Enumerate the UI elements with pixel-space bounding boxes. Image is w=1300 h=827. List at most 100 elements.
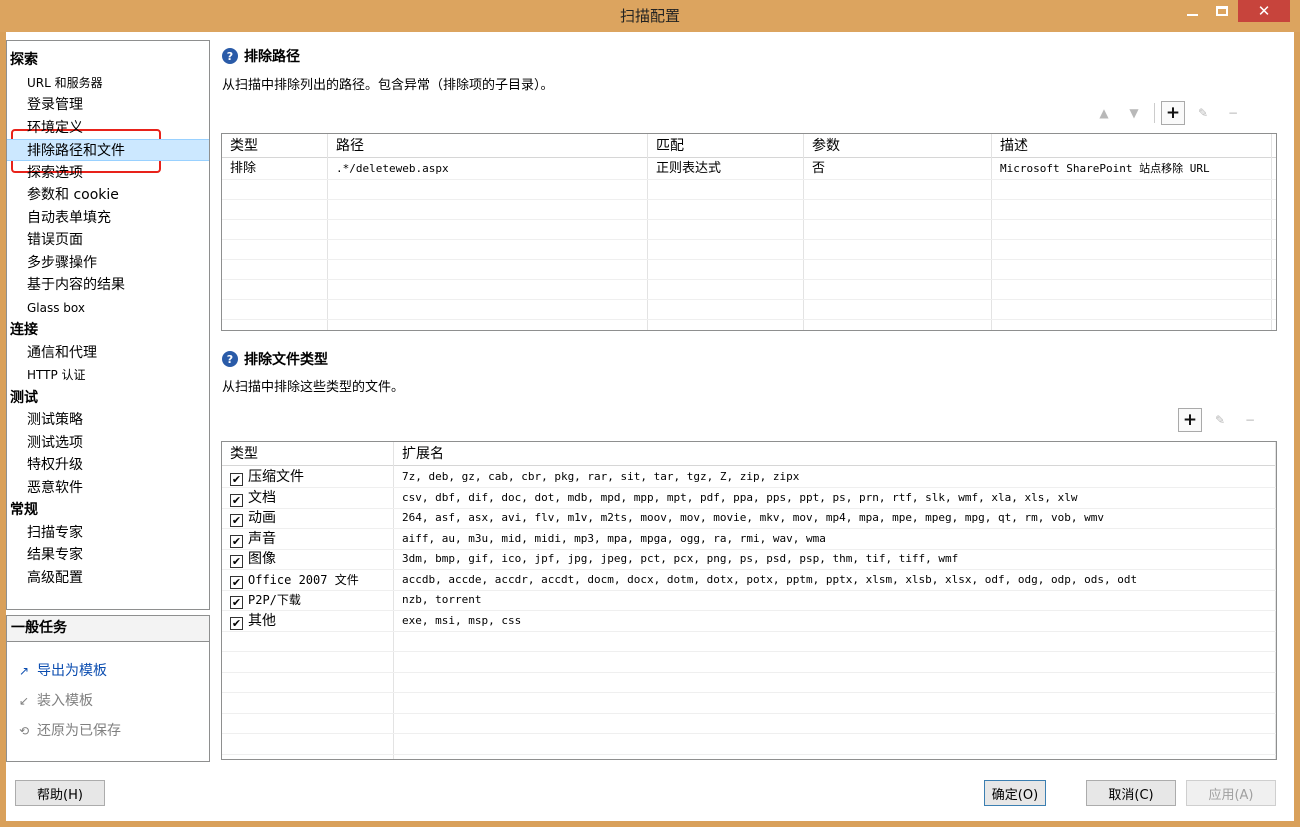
- nav-tree: 探索 URL 和服务器 登录管理 环境定义 排除路径和文件 探索选项 参数和 cookie 自…: [6, 40, 210, 610]
- filetype-label: 压缩文件: [248, 469, 304, 485]
- toolbar-separator: [1154, 103, 1155, 123]
- table-row[interactable]: 排除 .*/deleteweb.aspx 正则表达式 否 Microsoft Share…: [222, 159, 1276, 180]
- cell-path: .*/deleteweb.aspx: [336, 162, 449, 175]
- task-item[interactable]: ⟲ 还原为已保存: [16, 720, 121, 742]
- nav-item[interactable]: 环境定义: [7, 117, 209, 139]
- filetype-checkbox[interactable]: ✔: [230, 596, 243, 609]
- add-path-button[interactable]: +: [1161, 101, 1185, 125]
- nav-item[interactable]: 扫描专家: [7, 522, 209, 544]
- nav-item[interactable]: 结果专家: [7, 544, 209, 566]
- nav-item[interactable]: 排除路径和文件: [7, 139, 209, 161]
- column-header[interactable]: 路径: [328, 134, 648, 158]
- nav-item[interactable]: 基于内容的结果: [7, 274, 209, 296]
- column-header[interactable]: 类型: [222, 134, 328, 158]
- nav-item[interactable]: URL 和服务器: [7, 72, 209, 94]
- exclude-filetypes-title-text: 排除文件类型: [244, 352, 328, 368]
- table-row[interactable]: ✔ 压缩文件 7z, deb, gz, cab, cbr, pkg, rar, si…: [222, 467, 1276, 488]
- close-button[interactable]: ✕: [1238, 0, 1290, 22]
- filetype-label: 其他: [248, 612, 276, 629]
- ok-button[interactable]: 确定(O): [984, 780, 1046, 806]
- nav-item[interactable]: 探索选项: [7, 162, 209, 184]
- nav-item[interactable]: 恶意软件: [7, 477, 209, 499]
- cancel-button[interactable]: 取消(C): [1086, 780, 1176, 806]
- filetype-checkbox[interactable]: ✔: [230, 534, 243, 548]
- nav-item[interactable]: 参数和 cookie: [7, 184, 209, 206]
- nav-item[interactable]: 登录管理: [7, 94, 209, 116]
- minimize-icon: [1186, 14, 1198, 16]
- exclude-paths-toolbar: ▲ ▼ + ✎ −: [1086, 101, 1245, 125]
- move-down-button[interactable]: ▼: [1122, 101, 1146, 125]
- table-row[interactable]: ✔ 其他 exe, msi, msp, css: [222, 611, 1276, 632]
- nav-item[interactable]: HTTP 认证: [7, 364, 209, 386]
- nav-item[interactable]: 测试选项: [7, 432, 209, 454]
- remove-filetype-button[interactable]: −: [1238, 408, 1262, 432]
- move-up-button[interactable]: ▲: [1092, 101, 1116, 125]
- exclude-filetypes-description: 从扫描中排除这些类型的文件。: [222, 380, 405, 395]
- task-item[interactable]: ↗ 导出为模板: [16, 660, 107, 682]
- column-header[interactable]: 扩展名: [394, 442, 1276, 466]
- table-row[interactable]: ✔ P2P/下载 nzb, torrent: [222, 590, 1276, 611]
- cell-type: ✔ 声音: [224, 529, 394, 549]
- cell-extensions: 264, asf, asx, avi, flv, m1v, m2ts, moov…: [402, 511, 1104, 524]
- nav-item[interactable]: 特权升级: [7, 454, 209, 476]
- table-row[interactable]: ✔ 文档 csv, dbf, dif, doc, dot, mdb, mpd, mp…: [222, 488, 1276, 509]
- exclude-paths-table: 类型 路径 匹配 参数 描述 排除 .*/deleteweb.aspx 正则表达式 否 Micro…: [221, 133, 1277, 331]
- help-button[interactable]: 帮助(H): [15, 780, 105, 806]
- exclude-filetypes-title: ? 排除文件类型: [222, 349, 328, 369]
- exclude-filetypes-toolbar: + ✎ −: [1172, 408, 1262, 432]
- filetype-label: 动画: [248, 510, 276, 526]
- filetype-checkbox[interactable]: ✔: [230, 616, 243, 630]
- nav-item[interactable]: 通信和代理: [7, 342, 209, 364]
- edit-filetype-button[interactable]: ✎: [1208, 408, 1232, 432]
- table-row: [222, 259, 1276, 280]
- column-header[interactable]: 匹配: [648, 134, 804, 158]
- nav-item[interactable]: 多步骤操作: [7, 252, 209, 274]
- help-icon[interactable]: ?: [222, 48, 238, 64]
- task-item[interactable]: ↙ 装入模板: [16, 690, 93, 712]
- task-label: 装入模板: [37, 693, 93, 709]
- table-row[interactable]: ✔ 图像 3dm, bmp, gif, ico, jpf, jpg, jpeg, p…: [222, 549, 1276, 570]
- filetype-label: P2P/下载: [248, 593, 301, 607]
- filetype-checkbox[interactable]: ✔: [230, 575, 243, 589]
- filetype-checkbox[interactable]: ✔: [230, 555, 243, 568]
- table-row[interactable]: ✔ 声音 aiff, au, m3u, mid, midi, mp3, mpa, m…: [222, 529, 1276, 550]
- nav-category: 探索: [10, 52, 38, 68]
- filetype-checkbox[interactable]: ✔: [230, 493, 243, 507]
- remove-path-button[interactable]: −: [1221, 101, 1245, 125]
- export-icon: ↗: [18, 664, 30, 678]
- table-row: [222, 219, 1276, 240]
- cell-extensions: csv, dbf, dif, doc, dot, mdb, mpd, mpp, …: [402, 490, 1078, 504]
- table-row[interactable]: ✔ Office 2007 文件 accdb, accde, accdr, accd…: [222, 570, 1276, 591]
- cell-extensions: 3dm, bmp, gif, ico, jpf, jpg, jpeg, pct,…: [402, 552, 959, 565]
- table-row[interactable]: ✔ 动画 264, asf, asx, avi, flv, m1v, m2ts, m…: [222, 508, 1276, 529]
- filetype-checkbox[interactable]: ✔: [230, 473, 243, 486]
- nav-item[interactable]: 自动表单填充: [7, 207, 209, 229]
- task-label: 还原为已保存: [37, 723, 121, 739]
- nav-item[interactable]: 错误页面: [7, 229, 209, 251]
- cell-type: ✔ 其他: [224, 611, 394, 631]
- minimize-button[interactable]: [1178, 0, 1206, 22]
- cell-type: ✔ 图像: [224, 549, 394, 569]
- nav-item[interactable]: 测试策略: [7, 409, 209, 431]
- task-label: 导出为模板: [37, 663, 107, 679]
- cell-extensions: nzb, torrent: [402, 593, 482, 606]
- apply-button[interactable]: 应用(A): [1186, 780, 1276, 806]
- exclude-filetypes-table: 类型 扩展名 ✔ 压缩文件 7z, deb, gz, cab, cbr, pkg, ra…: [221, 441, 1277, 760]
- column-header[interactable]: 描述: [992, 134, 1272, 158]
- exclude-paths-title: ? 排除路径: [222, 46, 300, 66]
- edit-path-button[interactable]: ✎: [1191, 101, 1215, 125]
- cell-params: 否: [812, 161, 826, 176]
- cell-extensions: aiff, au, m3u, mid, midi, mp3, mpa, mpga…: [402, 531, 826, 545]
- column-header[interactable]: 参数: [804, 134, 992, 158]
- nav-item[interactable]: Glass box: [7, 297, 209, 319]
- nav-item[interactable]: 高级配置: [7, 567, 209, 589]
- column-header[interactable]: 类型: [222, 442, 394, 466]
- nav-category: 测试: [10, 389, 38, 406]
- cell-type: ✔ 动画: [224, 508, 394, 528]
- add-filetype-button[interactable]: +: [1178, 408, 1202, 432]
- help-icon[interactable]: ?: [222, 351, 238, 367]
- table-row: [222, 239, 1276, 260]
- table-row: [222, 713, 1276, 734]
- maximize-button[interactable]: [1208, 0, 1236, 22]
- filetype-checkbox[interactable]: ✔: [230, 514, 243, 527]
